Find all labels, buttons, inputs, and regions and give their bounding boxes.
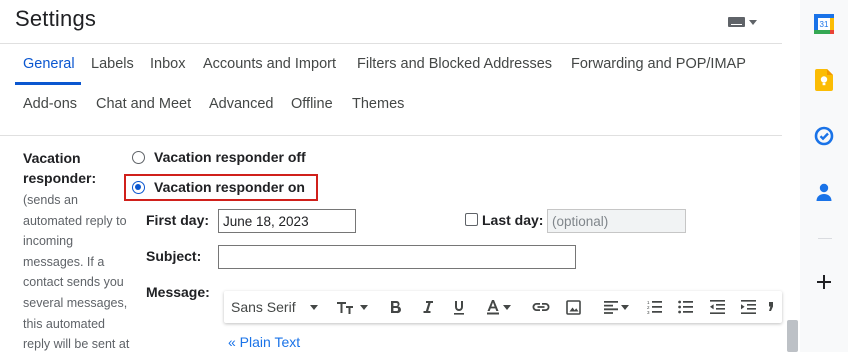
last-day-input[interactable] (547, 209, 686, 233)
chevron-down-icon (749, 19, 757, 25)
input-tools-button[interactable] (728, 15, 762, 29)
first-day-input[interactable] (218, 209, 356, 233)
svg-text:3: 3 (647, 310, 650, 314)
tasks-icon[interactable] (812, 124, 836, 148)
bulleted-list-icon[interactable] (673, 291, 697, 323)
tab-offline[interactable]: Offline (291, 96, 333, 112)
vacation-responder-label: Vacation responder: (23, 150, 97, 186)
vacation-on-radio[interactable] (132, 181, 145, 194)
text-size-icon[interactable] (334, 291, 370, 323)
vacation-on-label[interactable]: Vacation responder on (154, 179, 305, 195)
settings-main: Settings General Labels Inbox Accounts a… (0, 0, 800, 352)
message-label: Message: (146, 284, 210, 300)
subject-input[interactable] (218, 245, 576, 269)
tab-general[interactable]: General (23, 56, 75, 72)
header-divider (0, 43, 782, 44)
bold-icon[interactable] (384, 291, 408, 323)
align-icon[interactable] (598, 291, 634, 323)
formatting-toolbar: Sans Serif 123 (224, 291, 782, 323)
subject-label: Subject: (146, 248, 202, 264)
keyboard-icon (728, 17, 745, 27)
keep-icon[interactable] (812, 68, 836, 92)
vacation-responder-description: (sends an automated reply to incoming me… (23, 193, 130, 352)
add-icon[interactable] (812, 270, 836, 294)
last-day-label[interactable]: Last day: (482, 212, 543, 228)
page-title: Settings (15, 6, 97, 31)
tab-add-ons[interactable]: Add-ons (23, 96, 77, 112)
font-select[interactable]: Sans Serif (230, 291, 322, 323)
quote-icon[interactable] (768, 291, 782, 323)
calendar-day: 31 (820, 20, 829, 29)
last-day-checkbox[interactable] (465, 213, 478, 226)
calendar-icon[interactable]: 31 (812, 12, 836, 36)
side-panel-divider (818, 238, 832, 239)
tab-labels[interactable]: Labels (91, 56, 134, 72)
indent-more-icon[interactable] (736, 291, 760, 323)
chevron-down-icon (309, 304, 318, 310)
plain-text-link[interactable]: « Plain Text (228, 334, 300, 350)
tab-advanced[interactable]: Advanced (209, 96, 274, 112)
vacation-off-radio[interactable] (132, 151, 145, 164)
image-icon[interactable] (560, 291, 586, 323)
numbered-list-icon[interactable]: 123 (642, 291, 666, 323)
side-panel: 31 (800, 0, 848, 352)
first-day-label: First day: (146, 212, 210, 228)
tab-accounts-and-import[interactable]: Accounts and Import (203, 56, 336, 72)
tab-themes[interactable]: Themes (352, 96, 404, 112)
vacation-off-label[interactable]: Vacation responder off (154, 149, 306, 165)
tab-filters-and-blocked-addresses[interactable]: Filters and Blocked Addresses (357, 56, 552, 72)
tab-chat-and-meet[interactable]: Chat and Meet (96, 96, 191, 112)
contacts-icon[interactable] (812, 180, 836, 204)
underline-icon[interactable] (447, 291, 471, 323)
active-tab-indicator (15, 82, 81, 85)
indent-less-icon[interactable] (705, 291, 729, 323)
text-color-icon[interactable] (480, 291, 516, 323)
tab-forwarding-and-pop-imap[interactable]: Forwarding and POP/IMAP (571, 56, 746, 72)
tabs-divider (0, 135, 782, 136)
scrollbar-thumb[interactable] (787, 320, 798, 352)
tab-inbox[interactable]: Inbox (150, 56, 185, 72)
font-select-label: Sans Serif (231, 299, 296, 315)
italic-icon[interactable] (416, 291, 440, 323)
link-icon[interactable] (528, 291, 554, 323)
